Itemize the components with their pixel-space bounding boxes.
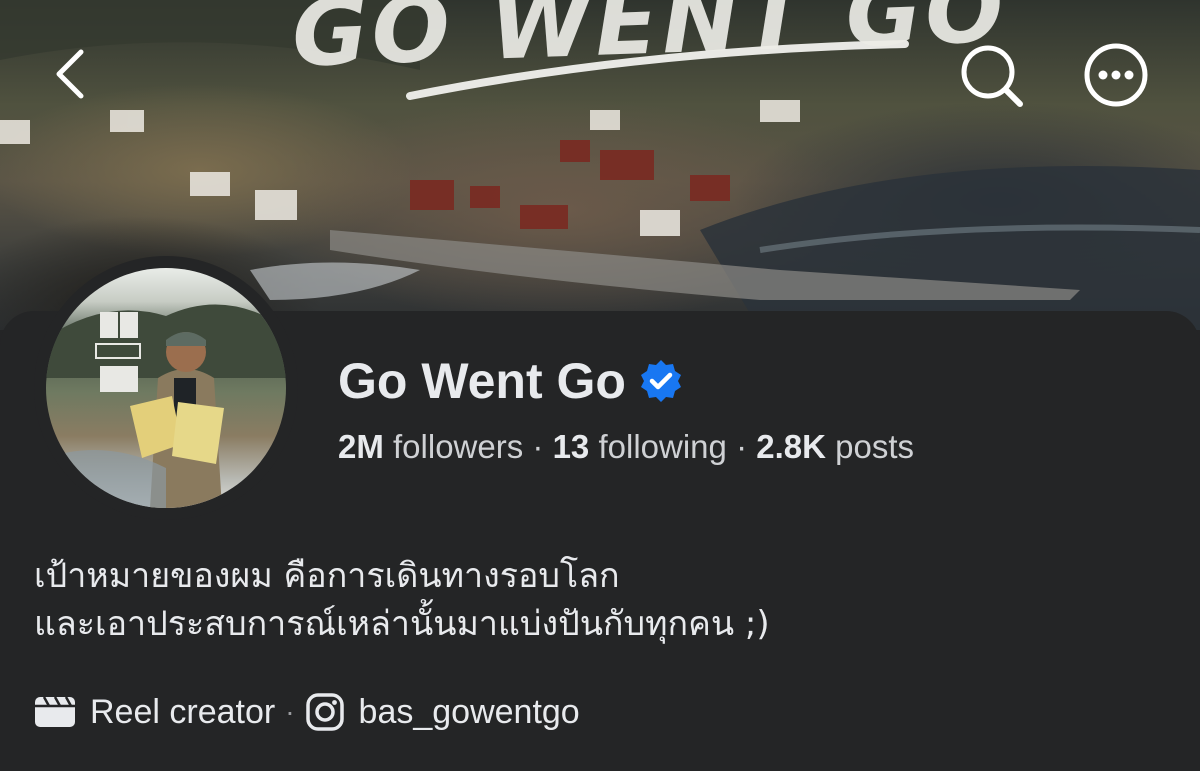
back-button[interactable] — [44, 46, 94, 102]
meta-separator: · — [285, 696, 295, 727]
profile-name: Go Went Go — [338, 353, 626, 409]
search-button[interactable] — [958, 42, 1026, 108]
stat-separator: · — [532, 428, 553, 465]
category-label: Reel creator — [90, 692, 276, 731]
profile-stats: 2M followers · 13 following · 2.8K posts — [338, 428, 914, 466]
bio-line: เป้าหมายของผม คือการเดินทางรอบโลก — [34, 556, 620, 596]
posts-count: 2.8K — [756, 428, 826, 465]
posts-stat: 2.8K posts — [756, 428, 914, 465]
bio-line: และเอาประสบการณ์เหล่านั้นมาแบ่งปันกับทุก… — [34, 604, 770, 644]
posts-label: posts — [835, 428, 914, 465]
following-count: 13 — [552, 428, 590, 465]
chevron-left-icon — [56, 49, 84, 99]
stat-separator: · — [736, 428, 757, 465]
followers-label: followers — [393, 428, 524, 465]
profile-bio: เป้าหมายของผม คือการเดินทางรอบโลก และเอา… — [34, 552, 770, 648]
following-stat[interactable]: 13 following — [553, 428, 727, 465]
profile-avatar[interactable] — [46, 268, 286, 508]
profile-meta-row: Reel creator · bas_gowentgo — [34, 692, 580, 732]
following-label: following — [598, 428, 727, 465]
search-icon — [961, 45, 1023, 107]
verified-badge-icon[interactable] — [638, 358, 684, 404]
profile-name-row: Go Went Go — [338, 352, 684, 410]
more-horizontal-icon — [1084, 43, 1148, 107]
followers-count: 2M — [338, 428, 384, 465]
followers-stat[interactable]: 2M followers — [338, 428, 523, 465]
more-options-button[interactable] — [1082, 42, 1150, 108]
avatar-image — [46, 304, 286, 508]
instagram-link[interactable]: bas_gowentgo — [359, 693, 580, 732]
instagram-icon — [305, 693, 344, 731]
reel-clapperboard-icon — [35, 696, 75, 727]
